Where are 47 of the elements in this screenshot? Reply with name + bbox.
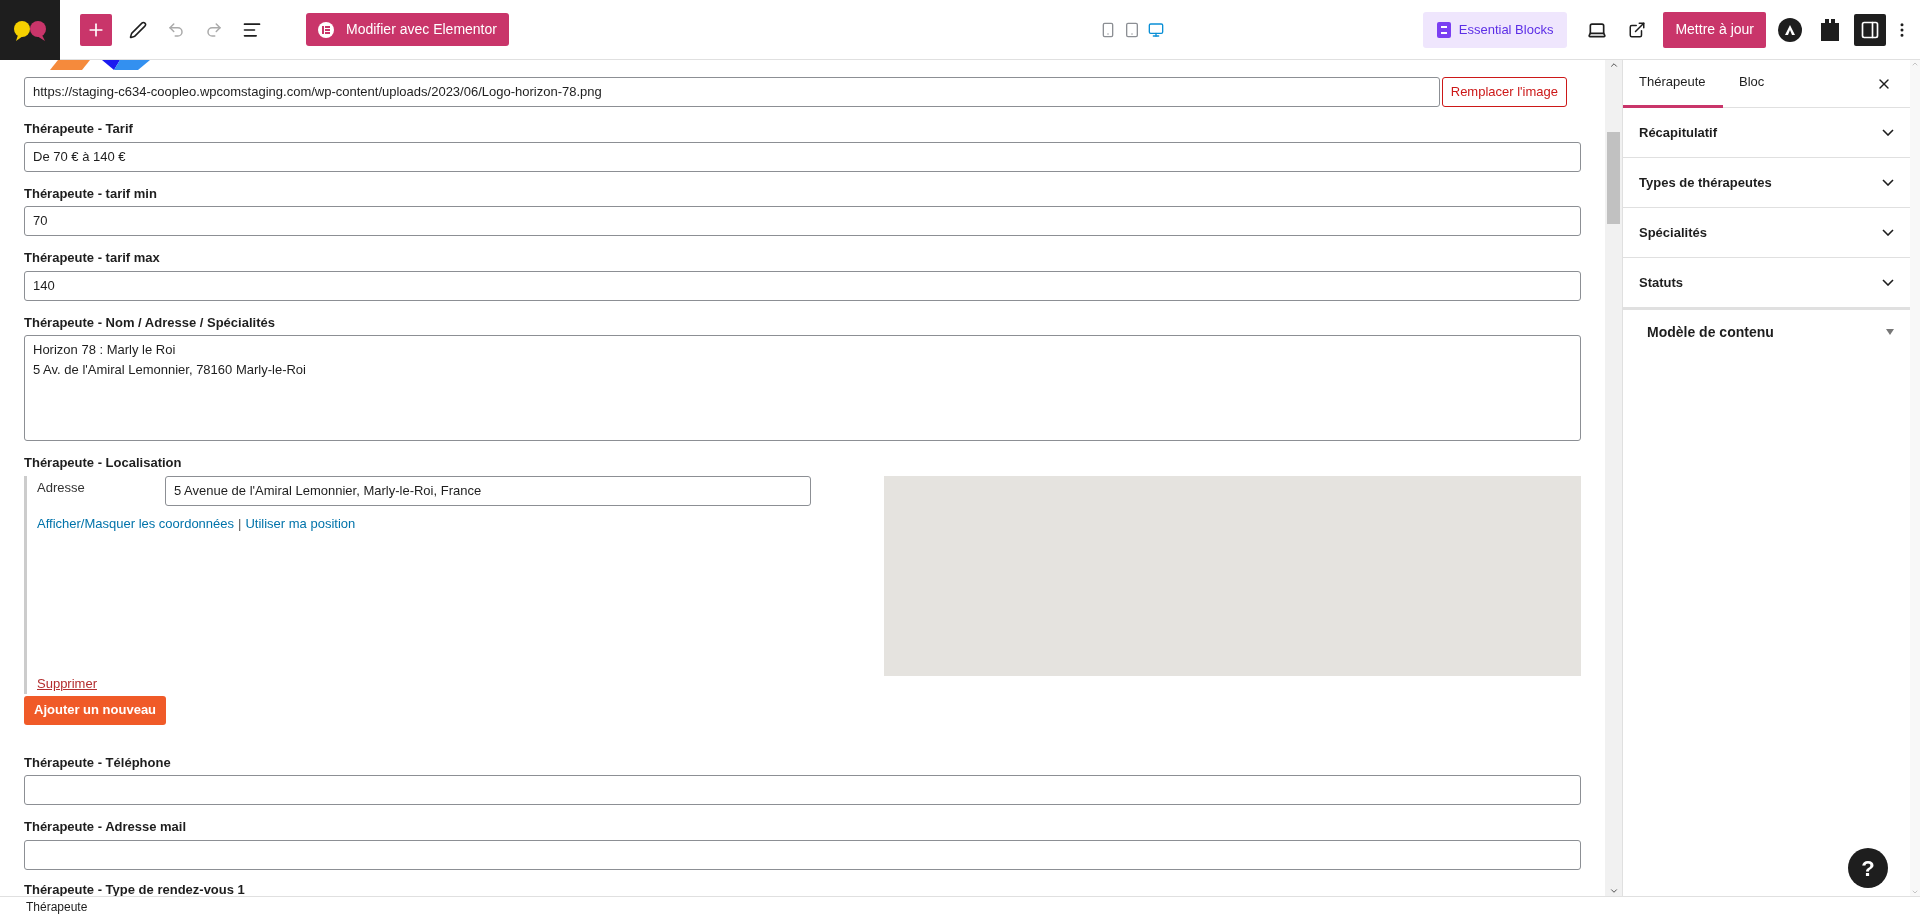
- text-field[interactable]: [24, 775, 1581, 805]
- field-label: Thérapeute - Tarif: [24, 120, 134, 138]
- text-field[interactable]: 70: [24, 206, 1581, 236]
- elementor-button[interactable]: Modifier avec Elementor: [306, 13, 509, 46]
- desktop-preview-icon[interactable]: [1146, 20, 1165, 39]
- address-field[interactable]: 5 Avenue de l'Amiral Lemonnier, Marly-le-Roi, France: [165, 475, 811, 506]
- triangle-icon: [1886, 329, 1894, 335]
- field-label: Thérapeute - Type de rendez-vous 1: [24, 881, 246, 896]
- field-label: Thérapeute - Téléphone: [24, 753, 172, 772]
- text-field[interactable]: [24, 839, 1581, 870]
- blocks-logo-icon: [1436, 21, 1451, 38]
- coordinates-link[interactable]: Afficher/Masquer les coordonnées: [37, 513, 235, 533]
- delete-link[interactable]: Supprimer: [37, 674, 97, 694]
- text-area[interactable]: Horizon 78 : Marly le Roi 5 Av. de l'Amiral Lemonnier, 78160 Marly-le-Roi: [24, 335, 1581, 441]
- field-label: Thérapeute - Adresse mail: [24, 818, 188, 836]
- essential-blocks-button[interactable]: Essential Blocks: [1422, 11, 1568, 48]
- scrollbar[interactable]: [1605, 60, 1622, 896]
- astra-icon[interactable]: [1778, 17, 1802, 42]
- block-icon[interactable]: [1820, 17, 1840, 42]
- replace-image-button[interactable]: Remplacer l'image: [1441, 77, 1567, 107]
- text-field[interactable]: De 70 € à 140 €: [24, 141, 1581, 172]
- field-label: Thérapeute - Nom / Adresse / Spécialités: [24, 313, 276, 332]
- chevron-down-icon: [1882, 279, 1894, 286]
- field-label: Thérapeute - tarif max: [24, 249, 161, 267]
- field-label: Thérapeute - tarif min: [24, 184, 158, 203]
- address-label: Adresse: [37, 478, 86, 497]
- sidebar-toggle-icon[interactable]: [1854, 13, 1886, 46]
- add-block-button[interactable]: [80, 13, 112, 46]
- sidebar-tab[interactable]: Bloc: [1723, 59, 1781, 108]
- help-button[interactable]: ?: [1848, 848, 1888, 888]
- sidebar-tab[interactable]: Thérapeute: [1623, 59, 1723, 108]
- scroll-down-icon[interactable]: [1608, 886, 1619, 896]
- text-field[interactable]: 140: [24, 270, 1581, 301]
- link-separator: |: [238, 514, 242, 533]
- content-model-panel[interactable]: Modèle de contenu: [1623, 310, 1910, 354]
- breadcrumb-link[interactable]: Thérapeute: [26, 897, 88, 916]
- chevron-down-icon: [1882, 229, 1894, 236]
- chevron-down-icon: [1882, 129, 1894, 136]
- chevron-down-icon: [1882, 179, 1894, 186]
- scroll-thumb[interactable]: [1607, 132, 1620, 224]
- field-label: Thérapeute - Localisation: [24, 454, 183, 472]
- scroll-up-icon[interactable]: [1608, 60, 1619, 70]
- update-button[interactable]: Mettre à jour: [1663, 11, 1766, 48]
- coordinates-link[interactable]: Utiliser ma position: [245, 513, 356, 533]
- url-field[interactable]: https://staging-c634-coopleo.wpcomstaging.com/wp-content/uploads/2023/06/Logo-horizon-78.png: [24, 77, 1440, 107]
- elementor-icon: [318, 21, 334, 38]
- site-logo[interactable]: [0, 0, 60, 60]
